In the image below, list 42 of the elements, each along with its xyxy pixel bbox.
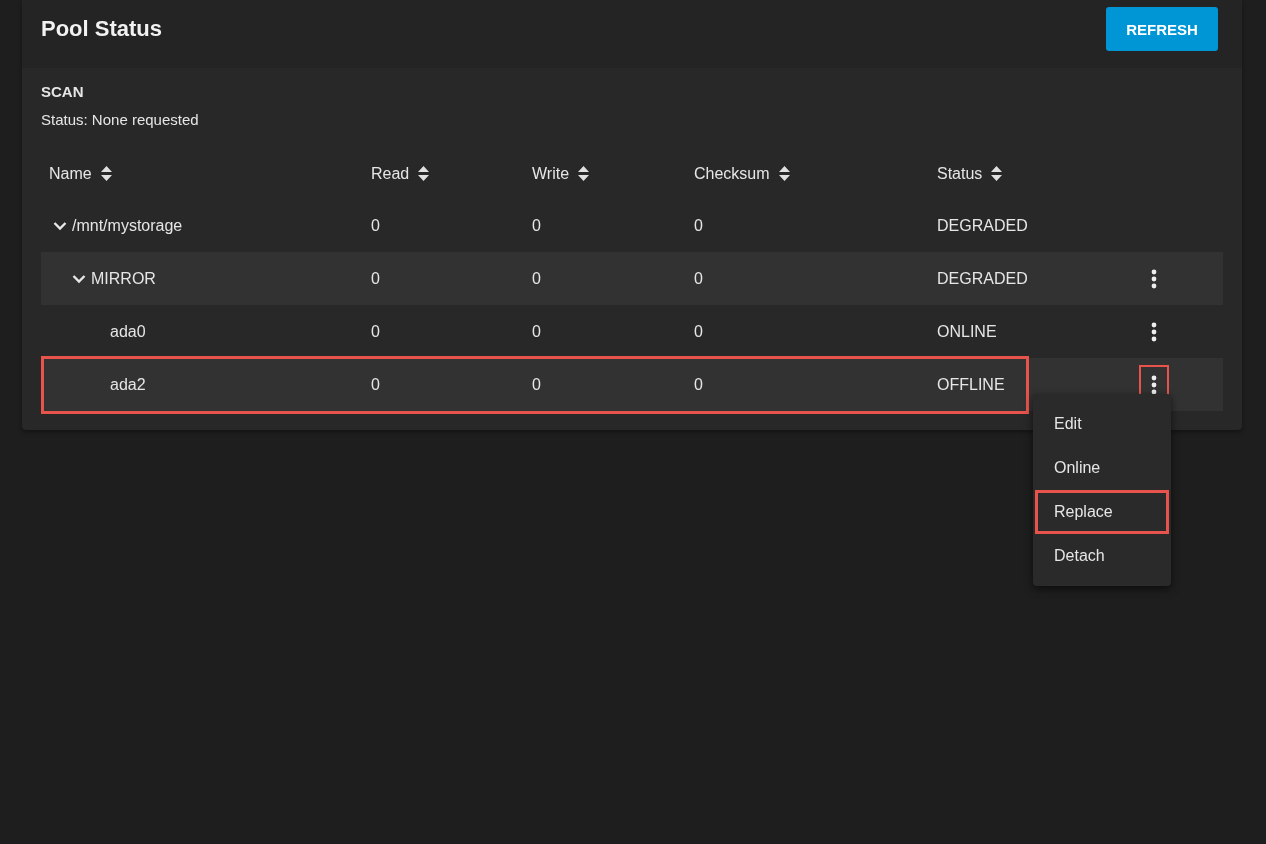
table-cell: 0 bbox=[371, 269, 380, 288]
table-cell: 0 bbox=[371, 216, 380, 235]
table-cell: 0 bbox=[694, 216, 703, 235]
column-header[interactable]: Status bbox=[937, 164, 983, 183]
table-cell: 0 bbox=[694, 322, 703, 341]
scan-status: Status: None requested bbox=[41, 111, 200, 128]
table-cell: 0 bbox=[532, 322, 541, 341]
table-cell: 0 bbox=[532, 269, 541, 288]
table-cell: /mnt/mystorage bbox=[72, 216, 183, 235]
menu-item[interactable]: Replace bbox=[1035, 490, 1169, 534]
chevron-icon[interactable] bbox=[72, 273, 86, 284]
sort-icon[interactable] bbox=[991, 166, 1003, 181]
sort-icon[interactable] bbox=[778, 166, 790, 181]
column-header[interactable]: Read bbox=[371, 164, 410, 183]
menu-item[interactable]: Detach bbox=[1035, 534, 1169, 578]
sort-icon[interactable] bbox=[418, 166, 430, 181]
table-cell: 0 bbox=[371, 375, 380, 394]
more-vertical-icon bbox=[1151, 321, 1157, 342]
card-title: Pool Status bbox=[41, 16, 162, 42]
table-cell: 0 bbox=[694, 269, 703, 288]
table-cell: ada0 bbox=[110, 322, 146, 341]
table-cell: ONLINE bbox=[937, 322, 997, 341]
more-vertical-icon bbox=[1151, 374, 1157, 395]
sort-icon[interactable] bbox=[578, 166, 590, 181]
menu-item[interactable]: Online bbox=[1035, 446, 1169, 490]
scan-heading: SCAN bbox=[41, 83, 85, 100]
table-cell: 0 bbox=[532, 216, 541, 235]
table-cell: ada2 bbox=[110, 375, 146, 394]
more-vertical-icon bbox=[1151, 268, 1157, 289]
table-cell: 0 bbox=[371, 322, 380, 341]
column-header[interactable]: Checksum bbox=[694, 164, 770, 183]
table-cell: 0 bbox=[532, 375, 541, 394]
table-cell: DEGRADED bbox=[937, 216, 1028, 235]
table-cell: MIRROR bbox=[91, 269, 156, 288]
sort-icon[interactable] bbox=[100, 166, 112, 181]
column-header[interactable]: Write bbox=[532, 164, 570, 183]
column-header[interactable]: Name bbox=[49, 164, 92, 183]
table-cell: DEGRADED bbox=[937, 269, 1028, 288]
menu-item[interactable]: Edit bbox=[1035, 402, 1169, 446]
chevron-icon[interactable] bbox=[53, 220, 67, 231]
table-cell: 0 bbox=[694, 375, 703, 394]
table-cell: OFFLINE bbox=[937, 375, 1005, 394]
